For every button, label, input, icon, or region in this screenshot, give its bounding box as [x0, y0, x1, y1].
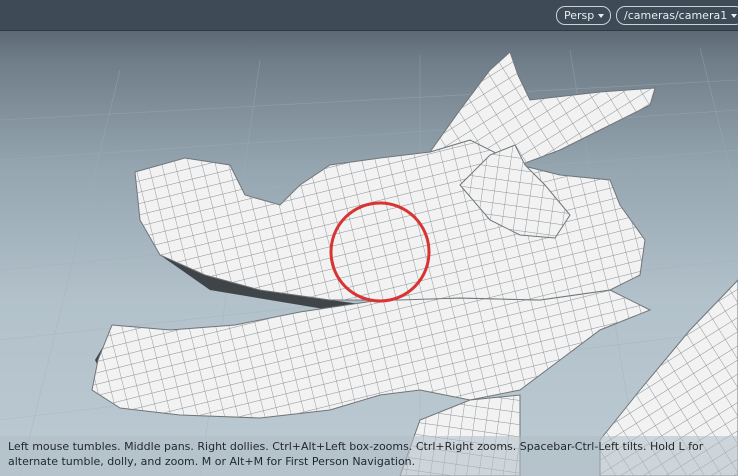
3d-viewport[interactable]: Persp /cameras/camera1 Left mouse tumble…	[0, 0, 738, 476]
navigation-help-bar: Left mouse tumbles. Middle pans. Right d…	[0, 436, 738, 476]
camera-label: /cameras/camera1	[624, 9, 728, 22]
navigation-help-text: Left mouse tumbles. Middle pans. Right d…	[8, 440, 704, 468]
view-mode-dropdown[interactable]: Persp	[556, 6, 612, 25]
dragon-lower-jaw	[91, 289, 652, 419]
chevron-down-icon	[598, 14, 605, 18]
camera-dropdown[interactable]: /cameras/camera1	[616, 6, 738, 25]
viewport-toolbar: Persp /cameras/camera1	[0, 0, 738, 31]
chevron-down-icon	[731, 14, 738, 18]
view-mode-label: Persp	[564, 9, 595, 22]
scene-canvas[interactable]	[0, 0, 738, 476]
